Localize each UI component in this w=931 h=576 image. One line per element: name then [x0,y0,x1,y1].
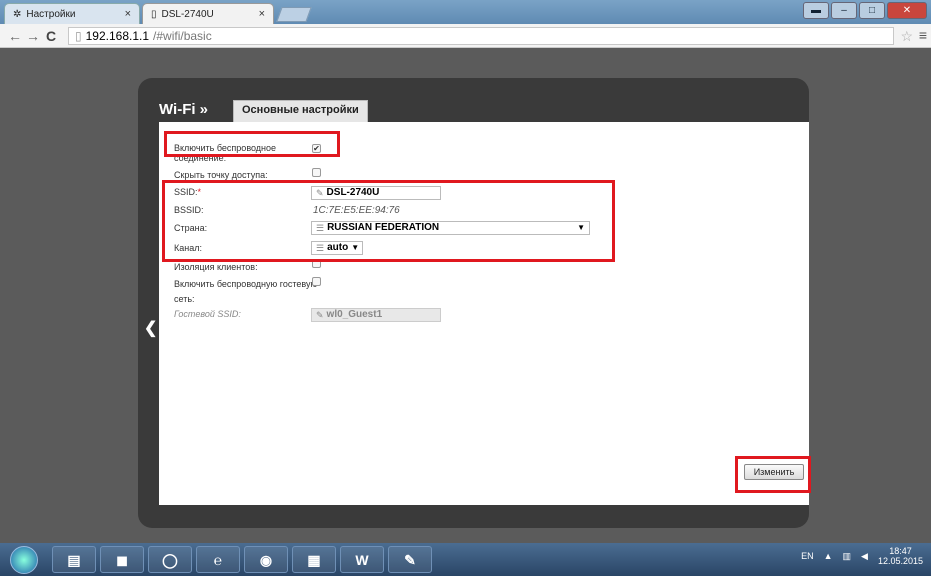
clock-time: 18:47 [889,546,912,556]
address-bar-row: ← → C ▯ 192.168.1.1/#wifi/basic ☆ ≡ [0,24,931,48]
client-isolation-label: Изоляция клиентов: [174,262,258,272]
media-icon[interactable]: ◼ [100,546,144,573]
new-tab-button[interactable] [276,7,312,22]
back-arrow-icon[interactable]: ← [6,28,24,44]
explorer-icon[interactable]: ▤ [52,546,96,573]
guest-network-label: Включить беспроводную гостевую [174,279,318,289]
page-icon: ▯ [151,8,157,20]
language-indicator[interactable]: EN [801,551,814,561]
back-chevron-icon[interactable]: ❮ [144,318,157,338]
tab-dsl[interactable]: ▯ DSL-2740U × [142,3,274,24]
network-icon[interactable]: ▥ [843,551,852,562]
chrome-icon[interactable]: ◉ [244,546,288,573]
minimize-button[interactable]: – [831,2,857,19]
reload-icon[interactable]: C [42,28,60,44]
highlight-ssid-block [162,180,615,262]
url-host: 192.168.1.1 [85,29,150,43]
taskbar: ▤ ◼ ◯ ℮ ◉ ▦ W ✎ EN ▲ ▥ ◀ 18:47 12.05.201… [0,543,931,576]
hide-ap-checkbox[interactable] [312,168,321,177]
ie-icon[interactable]: ℮ [196,546,240,573]
apply-button[interactable]: Изменить [744,464,804,480]
settings-icon: ✲ [13,8,22,20]
tab-settings[interactable]: ✲ Настройки × [4,3,140,24]
tab-basic-settings[interactable]: Основные настройки [233,100,368,122]
maximize-button[interactable]: □ [859,2,885,19]
menu-icon[interactable]: ≡ [919,27,927,43]
url-path: /#wifi/basic [153,29,212,43]
browser-titlebar: ✲ Настройки × ▯ DSL-2740U × ▬ – □ ✕ [0,0,931,24]
start-button[interactable] [10,546,38,574]
guest-ssid-value: wl0_Guest1 [326,309,383,320]
window-menu-button[interactable]: ▬ [803,2,829,19]
tab-label: Настройки [26,8,76,20]
window-app-icon[interactable]: ▦ [292,546,336,573]
pencil-icon: ✎ [316,310,324,320]
volume-icon[interactable]: ◀ [861,551,868,562]
hide-ap-label: Скрыть точку доступа: [174,170,268,180]
forward-arrow-icon[interactable]: → [24,28,42,44]
guest-ssid-input: ✎ wl0_Guest1 [311,308,441,322]
bookmark-star-icon[interactable]: ☆ [900,28,913,45]
clock-date: 12.05.2015 [877,556,923,566]
close-tab-icon[interactable]: × [259,8,265,20]
router-page: Wi-Fi » Основные настройки ❮ Включить бе… [0,49,931,543]
section-title[interactable]: Wi-Fi » [159,101,208,118]
url-input[interactable]: ▯ 192.168.1.1/#wifi/basic [68,27,894,45]
word-icon[interactable]: W [340,546,384,573]
tray-arrow-icon[interactable]: ▲ [824,551,833,561]
clock[interactable]: 18:47 12.05.2015 [878,546,923,566]
tab-label: DSL-2740U [161,8,214,20]
window-controls: ▬ – □ ✕ [803,2,927,19]
system-tray: EN ▲ ▥ ◀ 18:47 12.05.2015 [801,546,923,566]
guest-network-label-2: сеть: [174,294,195,304]
page-icon: ▯ [75,29,82,43]
paint-icon[interactable]: ✎ [388,546,432,573]
close-window-button[interactable]: ✕ [887,2,927,19]
highlight-enable-wireless [164,131,340,157]
settings-form: Включить беспроводное соединение: ✔ Скры… [159,122,811,505]
close-tab-icon[interactable]: × [125,8,131,20]
settings-panel: Wi-Fi » Основные настройки ❮ Включить бе… [138,78,811,528]
app-icon[interactable]: ◯ [148,546,192,573]
guest-network-checkbox[interactable] [312,277,321,286]
guest-ssid-label: Гостевой SSID: [174,309,241,319]
